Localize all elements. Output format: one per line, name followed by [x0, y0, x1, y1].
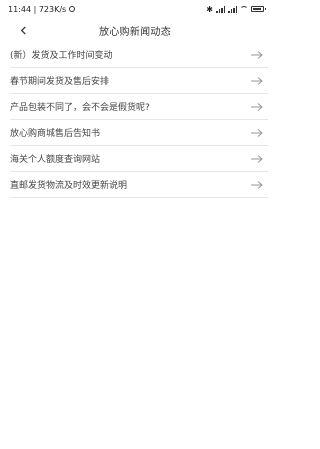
page-title: 放心购新闻动态: [98, 26, 172, 38]
news-item-label: 春节期间发货及售后安排: [10, 77, 110, 87]
alarm-icon: [69, 6, 76, 12]
bluetooth-icon: ✱: [206, 4, 213, 14]
news-item-label: 海关个人额度查询网站: [10, 155, 101, 165]
news-item-label: (新）发货及工作时间变动: [10, 51, 113, 61]
news-item[interactable]: 放心购商城售后告知书: [10, 120, 268, 146]
news-list: (新）发货及工作时间变动 春节期间发货及售后安排 产品包装不同了，会不会是假货呢…: [10, 42, 268, 198]
news-item[interactable]: 直邮发货物流及时效更新说明: [10, 172, 268, 198]
news-item[interactable]: 海关个人额度查询网站: [10, 146, 268, 172]
arrow-right-icon: [250, 180, 264, 190]
wifi-icon: [240, 6, 248, 12]
news-item-label: 直邮发货物流及时效更新说明: [10, 181, 128, 191]
nav-bar: 放心购新闻动态: [0, 18, 270, 42]
arrow-right-icon: [250, 128, 264, 138]
news-item[interactable]: 春节期间发货及售后安排: [10, 68, 268, 94]
arrow-right-icon: [250, 102, 264, 112]
news-item[interactable]: (新）发货及工作时间变动: [10, 42, 268, 68]
arrow-right-icon: [250, 154, 264, 164]
status-right: ✱: [206, 4, 266, 14]
arrow-right-icon: [250, 50, 264, 60]
status-time-speed: 11:44 | 723K/s: [8, 4, 67, 14]
back-button[interactable]: [14, 21, 32, 39]
news-item[interactable]: 产品包装不同了，会不会是假货呢?: [10, 94, 268, 120]
news-item-label: 放心购商城售后告知书: [10, 129, 101, 139]
arrow-right-icon: [250, 76, 264, 86]
status-left: 11:44 | 723K/s: [8, 4, 76, 14]
news-item-label: 产品包装不同了，会不会是假货呢?: [10, 103, 150, 113]
back-arrow-icon: [20, 25, 26, 35]
signal-icon: [216, 5, 225, 13]
battery-icon: [251, 6, 266, 12]
signal-2-icon: [228, 5, 237, 13]
battery-fill: [253, 8, 261, 10]
status-bar: 11:44 | 723K/s ✱: [0, 0, 270, 18]
